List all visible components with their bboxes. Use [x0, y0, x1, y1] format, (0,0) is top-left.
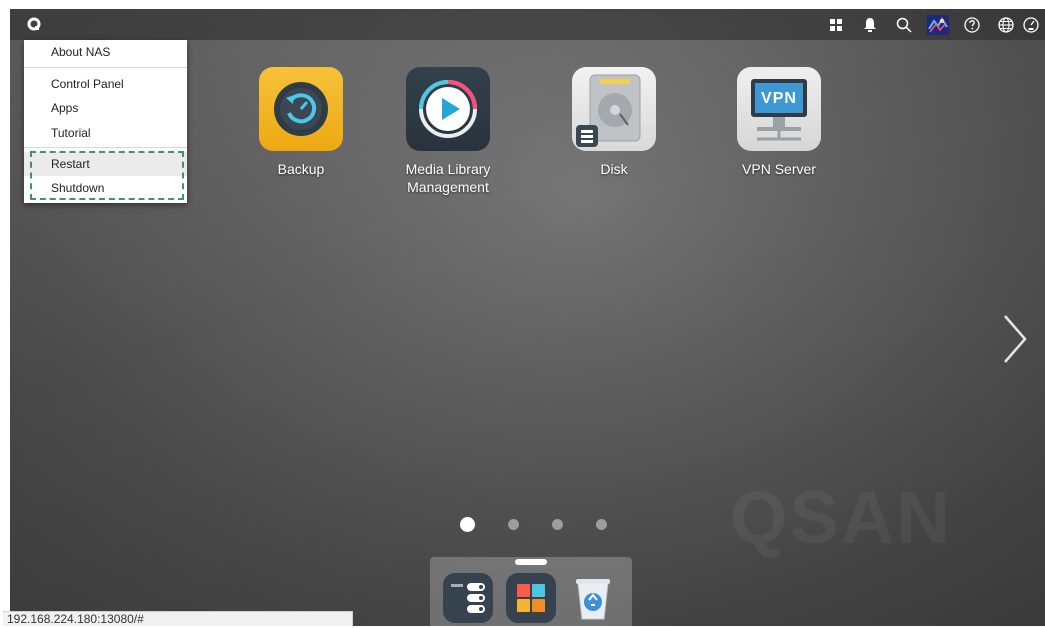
menu-item-apps[interactable]: Apps: [24, 96, 187, 120]
search-icon: [896, 17, 912, 33]
storage-manager-icon: [443, 573, 493, 623]
vpn-icon-text: VPN: [761, 90, 797, 107]
dock: [430, 557, 632, 626]
app-label: Media Library Management: [383, 160, 513, 196]
disk-tile: [572, 67, 656, 151]
backup-tile: [259, 67, 343, 151]
app-label: Disk: [600, 161, 628, 177]
user-button[interactable]: [921, 9, 955, 40]
restart-shutdown-highlight: [30, 151, 184, 200]
status-url-bar: 192.168.224.180:13080/#: [3, 611, 353, 626]
vpn-tile: VPN: [737, 67, 821, 151]
top-bar: [10, 9, 1045, 40]
media-tile: [406, 67, 490, 151]
dashboard-button[interactable]: [1023, 9, 1045, 40]
menu-separator: [24, 67, 187, 68]
app-backup[interactable]: Backup: [236, 67, 366, 178]
language-button[interactable]: [989, 9, 1023, 40]
qsan-watermark: QSAN: [730, 476, 952, 559]
dock-recycle-bin[interactable]: [568, 573, 618, 623]
app-label: VPN Server: [742, 161, 816, 177]
app-vpn-server[interactable]: VPN VPN Server: [714, 67, 844, 178]
globe-icon: [998, 16, 1014, 33]
menu-item-about-nas[interactable]: About NAS: [24, 40, 187, 64]
search-button[interactable]: [887, 9, 921, 40]
page-indicator: [460, 517, 607, 532]
page-dot-4[interactable]: [596, 519, 607, 530]
user-avatar-icon: [927, 14, 949, 35]
grid-icon: [830, 18, 842, 31]
app-disk[interactable]: Disk: [549, 67, 679, 178]
disk-icon: [576, 74, 641, 147]
main-menu: About NAS Control Panel Apps Tutorial Re…: [24, 40, 187, 203]
help-icon: [964, 16, 980, 33]
dashboard-icon: [1023, 16, 1039, 33]
page-dot-2[interactable]: [508, 519, 519, 530]
bell-icon: [864, 17, 876, 32]
menu-separator: [24, 147, 187, 148]
play-icon: [419, 80, 477, 138]
menu-item-control-panel[interactable]: Control Panel: [24, 72, 187, 96]
page-dot-3[interactable]: [552, 519, 563, 530]
dock-storage-manager[interactable]: [443, 573, 493, 623]
help-button[interactable]: [955, 9, 989, 40]
grid-button[interactable]: [819, 9, 853, 40]
app-center-icon: [506, 573, 556, 623]
app-label-line2: Management: [407, 179, 489, 195]
recycle-bin-icon: [576, 579, 610, 620]
logo-icon: [27, 17, 41, 31]
menu-item-tutorial[interactable]: Tutorial: [24, 121, 187, 145]
chevron-right-icon: [1004, 315, 1027, 363]
backup-icon: [274, 82, 328, 136]
next-page-button[interactable]: [995, 309, 1035, 369]
notification-button[interactable]: [853, 9, 887, 40]
app-media-library-management[interactable]: Media Library Management: [383, 67, 513, 196]
dock-handle[interactable]: [515, 559, 547, 565]
main-menu-button[interactable]: [23, 13, 45, 35]
vpn-icon: [751, 79, 807, 141]
dock-app-center[interactable]: [506, 573, 556, 623]
app-label: Backup: [277, 161, 325, 177]
page-dot-1[interactable]: [460, 517, 475, 532]
app-label-line1: Media Library: [405, 161, 491, 177]
